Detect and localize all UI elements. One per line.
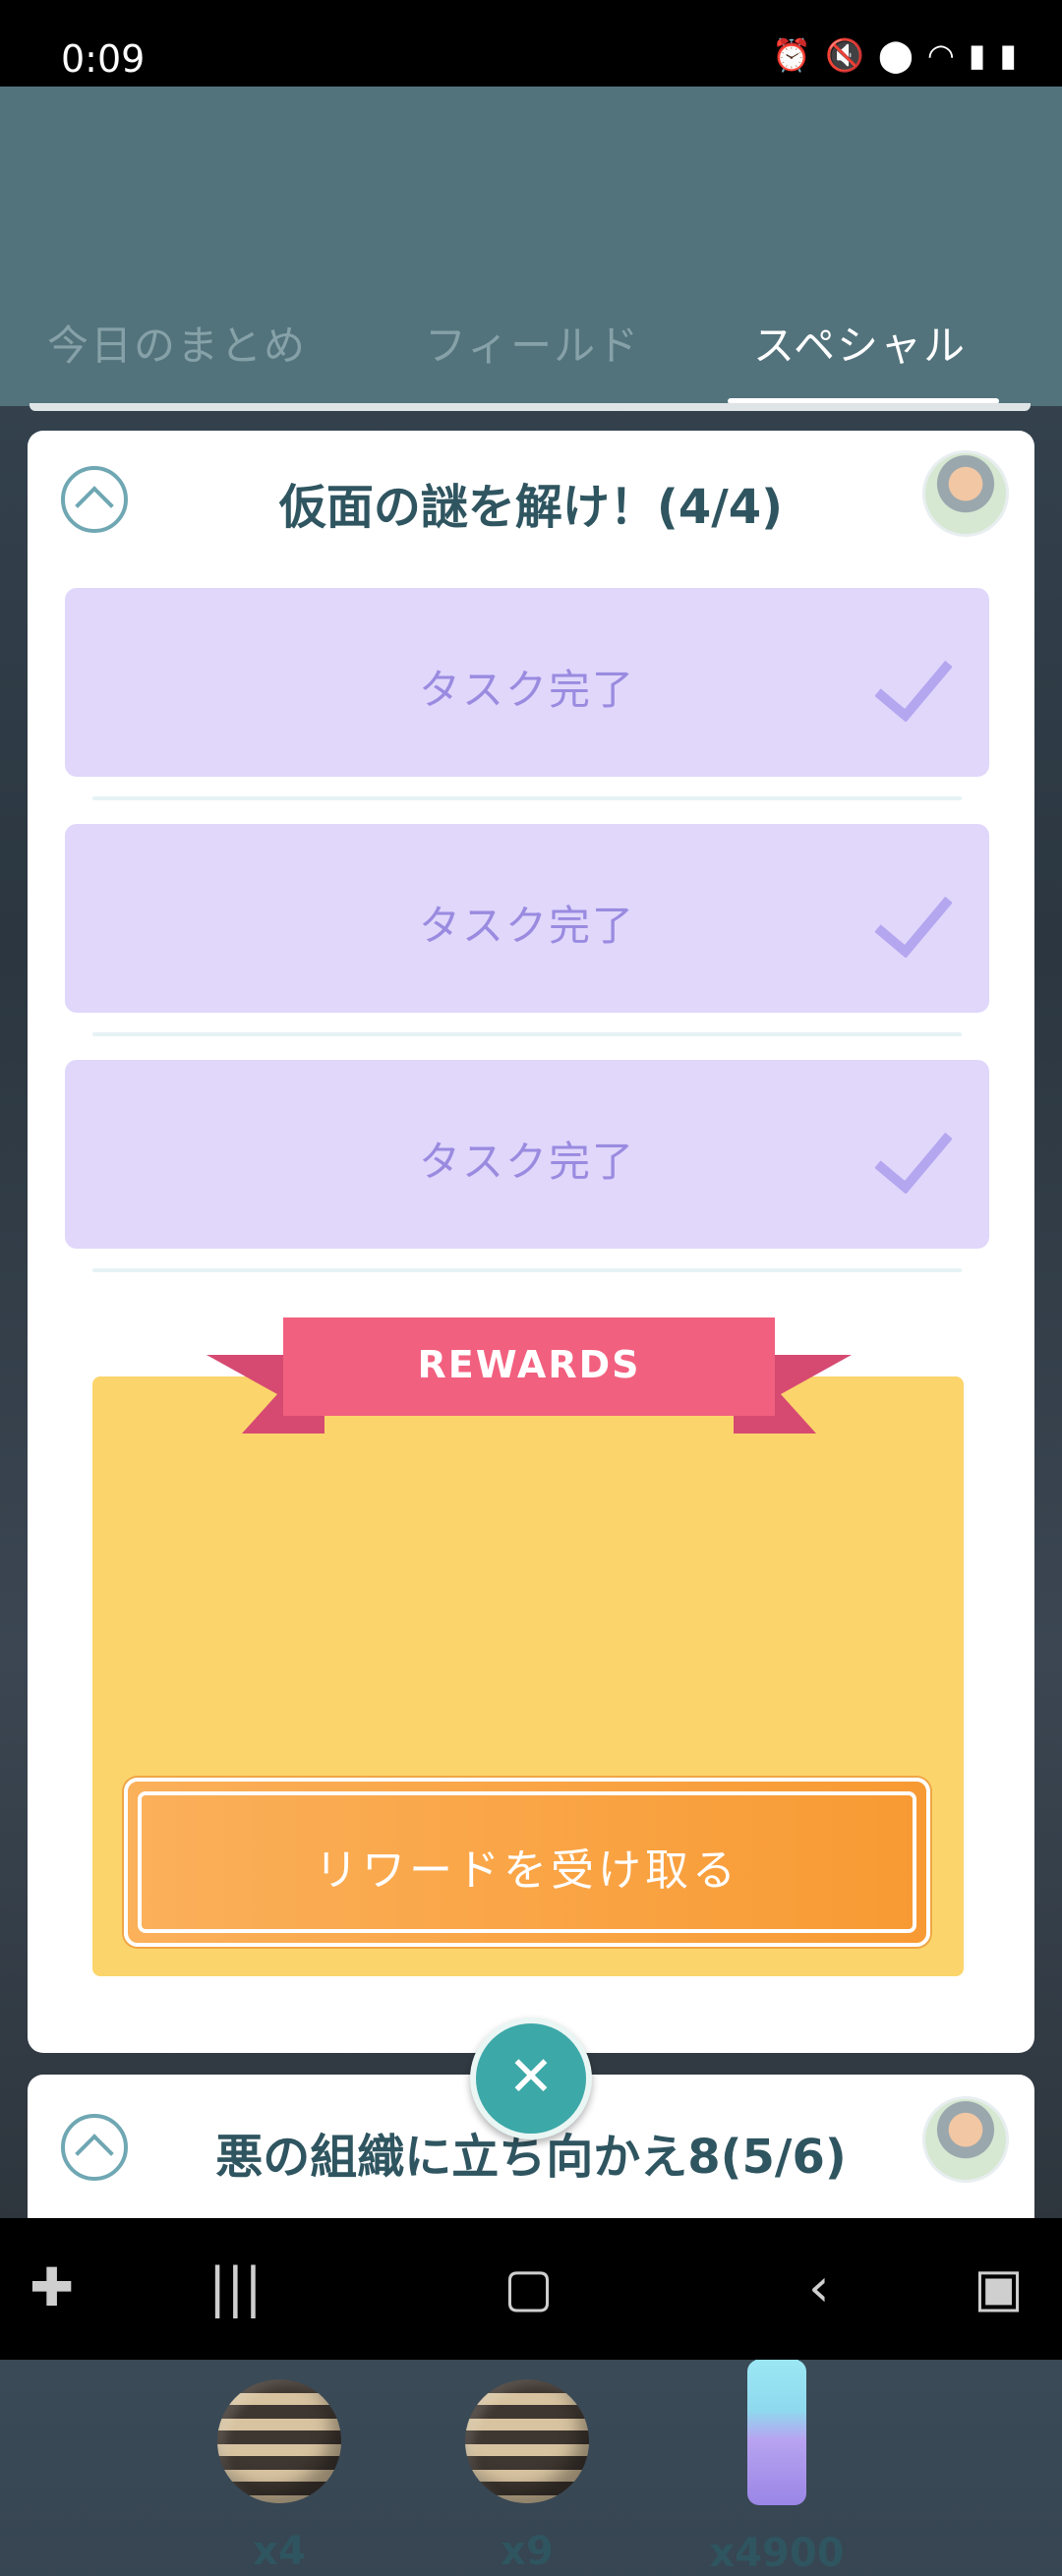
task-label: タスク完了 <box>418 666 635 714</box>
signal-icon: ▮ <box>968 36 986 74</box>
alarm-icon: ⏰ <box>772 36 812 74</box>
task-label: タスク完了 <box>418 902 635 950</box>
status-icons: ⏰ 🔇 ⬤ ◠ ▮ ▮ <box>772 39 1017 71</box>
screen-lock-icon[interactable]: ▣ <box>974 2261 1024 2314</box>
system-nav-bar: ✚ ||| ▢ ‹ ▣ <box>0 2218 1062 2360</box>
reward-count: x9 <box>501 2529 554 2574</box>
back-icon[interactable]: ‹ <box>808 2261 830 2314</box>
ball-icon <box>465 2379 589 2503</box>
professor-avatar <box>922 2096 1009 2183</box>
card-title: 仮面の謎を解け！(4/4) <box>278 480 784 535</box>
wifi-icon: ◠ <box>926 36 955 74</box>
close-button[interactable]: ✕ <box>470 2018 592 2139</box>
professor-avatar <box>922 450 1009 537</box>
divider <box>92 1032 962 1036</box>
tab-special[interactable]: スペシャル <box>753 313 967 373</box>
task-label: タスク完了 <box>418 1138 635 1186</box>
claim-rewards-label: リワードを受け取る <box>315 1845 739 1896</box>
task-item: タスク完了 <box>65 1060 989 1249</box>
ball-icon <box>217 2379 341 2503</box>
battery-icon: ▮ <box>999 36 1017 74</box>
divider <box>92 1268 962 1272</box>
claim-rewards-button[interactable]: リワードを受け取る <box>124 1778 930 1947</box>
game-launcher-icon[interactable]: ✚ <box>30 2261 74 2314</box>
reward-count: x4 <box>253 2529 306 2574</box>
rewards-banner: REWARDS <box>283 1317 775 1416</box>
reward-item: x9 <box>429 2379 625 2574</box>
mute-icon: 🔇 <box>825 36 865 74</box>
task-item: タスク完了 <box>65 588 989 777</box>
reward-item: x4 <box>181 2379 378 2574</box>
tab-bar: 今日のまとめ フィールド スペシャル <box>0 295 1062 403</box>
reward-count: x4900 <box>709 2531 845 2576</box>
close-icon: ✕ <box>507 2045 555 2109</box>
task-item: タスク完了 <box>65 824 989 1013</box>
previous-card-edge <box>30 403 1031 411</box>
status-bar: 0:09 ⏰ 🔇 ⬤ ◠ ▮ ▮ <box>0 0 1062 87</box>
location-icon: ⬤ <box>878 36 914 74</box>
reward-item: x4900 <box>678 2330 875 2576</box>
status-time: 0:09 <box>61 37 146 81</box>
home-icon[interactable]: ▢ <box>503 2261 554 2314</box>
recent-apps-icon[interactable]: ||| <box>208 2261 263 2314</box>
tab-field[interactable]: フィールド <box>425 313 640 373</box>
tab-today-summary[interactable]: 今日のまとめ <box>47 313 307 373</box>
divider <box>92 796 962 800</box>
